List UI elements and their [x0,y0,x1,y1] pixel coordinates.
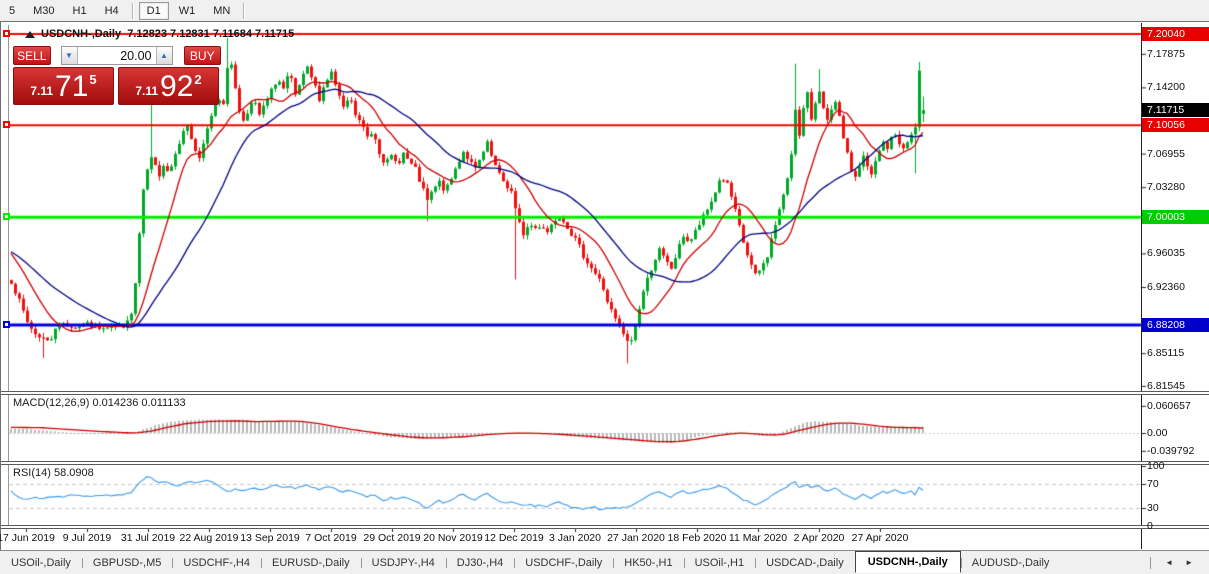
level-anchor-square[interactable] [3,320,10,328]
level-anchor-square[interactable] [3,213,10,221]
price-level-badge: 7.20040 [1142,27,1209,41]
price-axis-line [1141,23,1142,549]
tabs-scroll-left-icon[interactable]: ◄ [1159,556,1179,569]
price-tick-label: 7.06955 [1147,147,1185,160]
date-tick-label: 3 Jan 2020 [549,532,601,544]
pane-splitter-rsi[interactable] [1,461,1209,465]
chart-title: USDCNH-,Daily 7.12823 7.12831 7.11684 7.… [41,28,295,40]
sell-button[interactable]: SELL [13,46,51,65]
timeframe-button-w1[interactable]: W1 [171,2,204,20]
buy-price-sup: 2 [194,72,202,87]
chart-tab-usoil-daily[interactable]: USOil-,Daily [0,553,82,573]
chart-tab-usdchf-h4[interactable]: USDCHF-,H4 [172,553,261,573]
level-anchor-square[interactable] [3,30,10,37]
tabs-scroll-right-icon[interactable]: ► [1179,556,1199,569]
timeframe-button-m30[interactable]: M30 [25,2,62,20]
price-level-badge: 7.11715 [1142,103,1209,118]
macd-tick-label: 0.00 [1147,427,1168,439]
rsi-tick-label: 70 [1147,478,1159,490]
date-tick-label: 13 Sep 2019 [240,532,300,544]
volume-input[interactable] [77,47,156,64]
price-tick-label: 6.85115 [1147,347,1185,360]
price-tick-label: 6.81545 [1147,379,1185,392]
pane-left-border [8,25,9,528]
price-level-badge: 7.10056 [1142,118,1209,133]
date-tick-label: 12 Dec 2019 [484,532,544,544]
chart-tab-dj30-h4[interactable]: DJ30-,H4 [445,553,514,573]
buy-price-prefix: 7.11 [135,84,159,98]
level-anchor-square[interactable] [3,121,10,129]
toolbar-separator [131,2,134,19]
date-tick-label: 22 Aug 2019 [179,532,239,544]
chart-tab-audusd-daily[interactable]: AUDUSD-,Daily [960,553,1061,573]
date-tick-label: 7 Oct 2019 [305,532,357,544]
tab-separator [1150,556,1152,569]
expand-triangle-icon[interactable] [25,30,35,38]
sell-price-sup: 5 [89,72,97,87]
chart-title-row: USDCNH-,Daily 7.12823 7.12831 7.11684 7.… [25,27,294,41]
buy-price-big: 92 [160,70,194,103]
price-tick-label: 7.14200 [1147,81,1185,94]
chart-tab-usdjpy-h4[interactable]: USDJPY-,H4 [360,553,446,573]
chart-tab-gbpusd-m5[interactable]: GBPUSD-,M5 [81,553,172,573]
date-tick-label: 31 Jul 2019 [120,532,176,544]
volume-stepper: ▼ ▲ [60,46,173,65]
rsi-tick-label: 0 [1147,520,1153,532]
timeframe-button-5[interactable]: 5 [1,2,23,20]
buy-price-display[interactable]: 7.11 92 2 [118,67,219,105]
price-level-badge: 6.88208 [1142,317,1209,332]
date-tick-label: 18 Feb 2020 [667,532,727,544]
timeframe-button-mn[interactable]: MN [205,2,238,20]
date-tick-label: 9 Jul 2019 [62,532,112,544]
timeframe-button-h4[interactable]: H4 [97,2,127,20]
toolbar-separator [243,2,246,19]
sell-price-display[interactable]: 7.11 71 5 [13,67,114,105]
date-tick-label: 27 Jan 2020 [607,532,665,544]
macd-label: MACD(12,26,9) 0.014236 0.011133 [13,397,186,409]
price-tick-label: 7.17875 [1147,47,1185,60]
sell-price-prefix: 7.11 [30,84,54,98]
date-tick-label: 17 Jun 2019 [0,532,55,544]
buy-button[interactable]: BUY [183,46,221,65]
timeframe-button-h1[interactable]: H1 [65,2,95,20]
rsi-tick-label: 30 [1147,502,1159,514]
date-tick-label: 2 Apr 2020 [793,532,845,544]
price-level-badge: 7.00003 [1142,210,1209,225]
chart-tab-usdchf-daily[interactable]: USDCHF-,Daily [514,553,613,573]
pane-splitter-dates [1,525,1209,529]
timeframe-button-d1[interactable]: D1 [138,1,169,20]
date-tick-label: 11 Mar 2020 [728,532,788,544]
price-tick-label: 6.96035 [1147,247,1185,260]
macd-tick-label: 0.060657 [1147,399,1191,412]
one-click-trade-panel: SELL ▼ ▲ BUY 7.11 71 5 7.11 92 2 [13,46,221,105]
chart-tab-usdcnh-daily[interactable]: USDCNH-,Daily [854,550,961,573]
date-tick-label: 27 Apr 2020 [851,532,909,544]
date-tick-label: 29 Oct 2019 [363,532,421,544]
timeframe-toolbar: 5 M30 H1 H4 D1 W1 MN [0,0,1209,22]
chart-window: USDCNH-,Daily 7.12823 7.12831 7.11684 7.… [0,21,1209,551]
price-tick-label: 7.03280 [1147,181,1185,194]
date-tick-label: 20 Nov 2019 [423,532,483,544]
price-tick-label: 6.92360 [1147,280,1185,293]
rsi-label: RSI(14) 58.0908 [13,467,94,479]
chart-tab-bar: USOil-,Daily GBPUSD-,M5 USDCHF-,H4 EURUSD-,… [0,550,1209,574]
chart-tab-hk50-h1[interactable]: HK50-,H1 [613,553,683,573]
chart-tab-usoil-h1[interactable]: USOil-,H1 [683,553,756,573]
macd-tick-label: -0.039792 [1147,444,1195,457]
volume-decrease-button[interactable]: ▼ [61,47,78,64]
sell-price-big: 71 [55,70,89,103]
volume-increase-button[interactable]: ▲ [155,47,172,64]
chart-tab-eurusd-daily[interactable]: EURUSD-,Daily [261,553,361,573]
rsi-tick-label: 100 [1147,460,1165,472]
chart-tab-usdcad-daily[interactable]: USDCAD-,Daily [755,553,855,573]
pane-splitter-macd[interactable] [1,391,1209,395]
